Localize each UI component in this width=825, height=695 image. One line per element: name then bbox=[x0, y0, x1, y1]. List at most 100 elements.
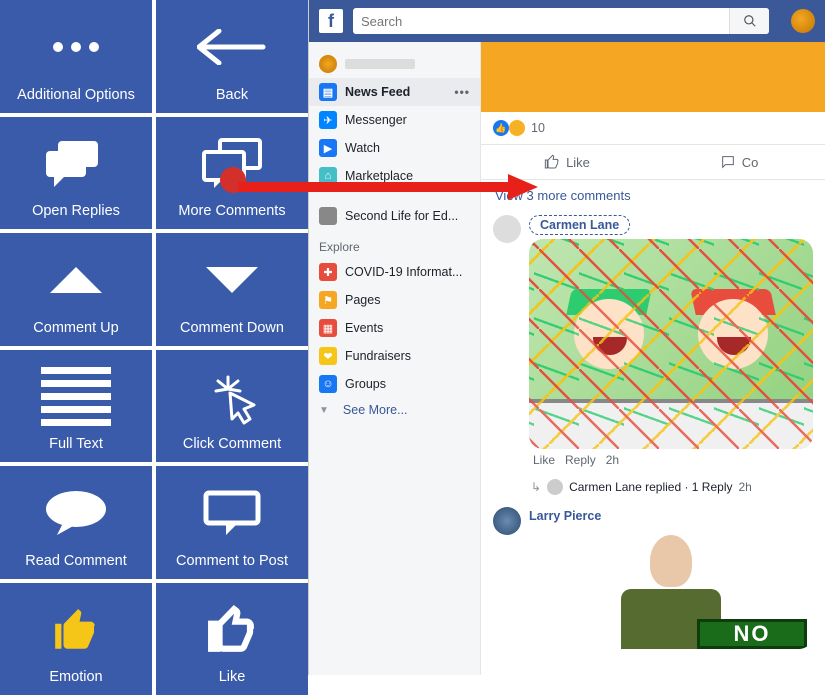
grid-full-text[interactable]: Full Text bbox=[0, 350, 152, 463]
sidebar-label: Messenger bbox=[345, 113, 407, 127]
wow-reaction-icon bbox=[509, 120, 525, 136]
sidebar-item-shortcut[interactable]: Second Life for Ed... bbox=[309, 202, 480, 230]
browser-panel: f ▤ News Feed ••• ✈ Messenger bbox=[308, 0, 825, 675]
speech-bubble-icon bbox=[41, 489, 111, 537]
news-feed-icon: ▤ bbox=[319, 83, 337, 101]
comment-button[interactable]: Co bbox=[653, 145, 825, 179]
click-cursor-icon bbox=[200, 369, 264, 425]
replies-icon bbox=[40, 139, 112, 189]
sidebar-label: Fundraisers bbox=[345, 349, 411, 363]
grid-label: Click Comment bbox=[183, 436, 281, 452]
search-button[interactable] bbox=[729, 8, 769, 34]
facebook-topbar: f bbox=[309, 0, 825, 42]
comment-image[interactable]: NO bbox=[529, 529, 813, 649]
reaction-row[interactable]: 👍 10 bbox=[481, 112, 825, 140]
commenter-avatar[interactable] bbox=[493, 215, 521, 243]
commenter-name[interactable]: Carmen Lane bbox=[529, 215, 630, 235]
grid-more-comments[interactable]: More Comments bbox=[156, 117, 308, 230]
thumb-filled-icon bbox=[48, 605, 104, 655]
grid-emotion[interactable]: Emotion bbox=[0, 583, 152, 695]
grid-open-replies[interactable]: Open Replies bbox=[0, 117, 152, 230]
sidebar-item-marketplace[interactable]: ⌂ Marketplace bbox=[309, 162, 480, 190]
assistive-grid: Additional Options Back Open Replies Mor… bbox=[0, 0, 308, 675]
commenter-name[interactable]: Larry Pierce bbox=[529, 509, 601, 523]
sidebar-item-events[interactable]: ▦ Events bbox=[309, 314, 480, 342]
sidebar-label: Watch bbox=[345, 141, 380, 155]
sidebar-label: Marketplace bbox=[345, 169, 413, 183]
comment-item: Larry Pierce NO bbox=[481, 503, 825, 653]
post-cover-image bbox=[481, 42, 825, 112]
grid-read-comment[interactable]: Read Comment bbox=[0, 466, 152, 579]
sidebar-profile[interactable] bbox=[309, 50, 480, 78]
profile-name-placeholder bbox=[345, 59, 415, 69]
grid-comment-to-post[interactable]: Comment to Post bbox=[156, 466, 308, 579]
comment-actions: Like Reply 2h bbox=[529, 449, 813, 473]
sidebar-item-watch[interactable]: ▶ Watch bbox=[309, 134, 480, 162]
reaction-count: 10 bbox=[531, 121, 545, 135]
grid-label: Open Replies bbox=[32, 203, 120, 219]
grid-back[interactable]: Back bbox=[156, 0, 308, 113]
grid-label: More Comments bbox=[178, 203, 285, 219]
facebook-sidebar: ▤ News Feed ••• ✈ Messenger ▶ Watch ⌂ Ma… bbox=[309, 42, 481, 675]
comment-like-link[interactable]: Like bbox=[533, 453, 555, 467]
comment-item: Carmen Lane Like Reply 2h bbox=[481, 211, 825, 477]
marketplace-icon: ⌂ bbox=[319, 167, 337, 185]
search-icon bbox=[743, 14, 757, 28]
grid-additional-options[interactable]: Additional Options bbox=[0, 0, 152, 113]
comment-reply-link[interactable]: Reply bbox=[565, 453, 596, 467]
grid-label: Emotion bbox=[49, 669, 102, 685]
search-input[interactable] bbox=[353, 14, 729, 29]
grid-label: Additional Options bbox=[17, 87, 135, 103]
sidebar-explore-header: Explore bbox=[309, 230, 480, 258]
covid-icon: ✚ bbox=[319, 263, 337, 281]
sidebar-item-options[interactable]: ••• bbox=[454, 85, 470, 99]
comment-icon bbox=[720, 154, 736, 170]
sidebar-item-fundraisers[interactable]: ❤ Fundraisers bbox=[309, 342, 480, 370]
facebook-logo-icon[interactable]: f bbox=[319, 9, 343, 33]
triangle-up-icon bbox=[50, 267, 102, 293]
dots-icon bbox=[53, 42, 99, 52]
sidebar-item-news-feed[interactable]: ▤ News Feed ••• bbox=[309, 78, 480, 106]
comment-label: Co bbox=[742, 155, 759, 170]
reply-text: Carmen Lane replied · 1 Reply bbox=[569, 480, 732, 494]
events-icon: ▦ bbox=[319, 319, 337, 337]
grid-label: Back bbox=[216, 87, 248, 103]
sidebar-item-messenger[interactable]: ✈ Messenger bbox=[309, 106, 480, 134]
grid-comment-down[interactable]: Comment Down bbox=[156, 233, 308, 346]
like-button[interactable]: Like bbox=[481, 145, 653, 179]
sidebar-see-more[interactable]: ▼ See More... bbox=[309, 398, 480, 422]
profile-avatar[interactable] bbox=[791, 9, 815, 33]
back-arrow-icon bbox=[197, 29, 267, 65]
sidebar-label: Groups bbox=[345, 377, 386, 391]
sidebar-item-pages[interactable]: ⚑ Pages bbox=[309, 286, 480, 314]
commenter-avatar[interactable] bbox=[493, 507, 521, 535]
grid-label: Read Comment bbox=[25, 553, 127, 569]
thumb-outline-icon bbox=[544, 154, 560, 170]
watch-icon: ▶ bbox=[319, 139, 337, 157]
sidebar-item-groups[interactable]: ☺ Groups bbox=[309, 370, 480, 398]
comment-time: 2h bbox=[606, 453, 619, 467]
comment-image[interactable] bbox=[529, 239, 813, 449]
reply-summary[interactable]: ↳ Carmen Lane replied · 1 Reply 2h bbox=[481, 477, 825, 503]
sidebar-label: Second Life for Ed... bbox=[345, 209, 458, 223]
view-more-comments-link[interactable]: View 3 more comments bbox=[481, 180, 825, 211]
reply-arrow-icon: ↳ bbox=[531, 480, 541, 494]
grid-label: Comment to Post bbox=[176, 553, 288, 569]
grid-comment-up[interactable]: Comment Up bbox=[0, 233, 152, 346]
reply-time: 2h bbox=[738, 480, 751, 494]
post-action-bar: Like Co bbox=[481, 144, 825, 180]
highlight-dot-icon bbox=[220, 167, 246, 193]
grid-label: Comment Up bbox=[33, 320, 118, 336]
sidebar-label: Events bbox=[345, 321, 383, 335]
comment-box-icon bbox=[202, 489, 262, 537]
triangle-down-icon bbox=[206, 267, 258, 293]
sidebar-item-covid[interactable]: ✚ COVID-19 Informat... bbox=[309, 258, 480, 286]
reply-avatar bbox=[547, 479, 563, 495]
sidebar-label: News Feed bbox=[345, 85, 410, 99]
grid-label: Full Text bbox=[49, 436, 103, 452]
grid-label: Comment Down bbox=[180, 320, 284, 336]
grid-like[interactable]: Like bbox=[156, 583, 308, 695]
facebook-feed: 👍 10 Like Co View 3 more comments Carme bbox=[481, 42, 825, 675]
search-wrapper bbox=[353, 8, 769, 34]
grid-click-comment[interactable]: Click Comment bbox=[156, 350, 308, 463]
